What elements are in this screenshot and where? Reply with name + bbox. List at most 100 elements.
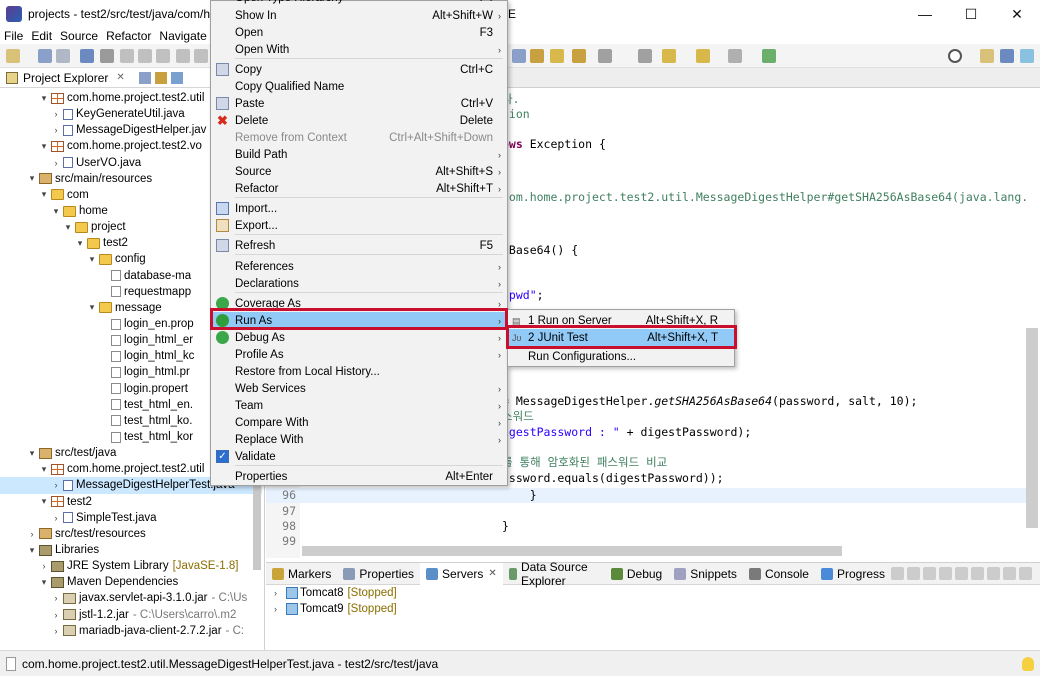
print-icon[interactable] <box>80 49 94 63</box>
tab-data-source-explorer[interactable]: Data Source Explorer <box>503 560 605 588</box>
menu-item-team[interactable]: Team › <box>211 397 507 414</box>
pin-editor-icon[interactable] <box>762 49 776 63</box>
expand-arrow-icon[interactable]: ▾ <box>38 464 50 475</box>
last-edit-icon[interactable] <box>662 49 676 63</box>
tree-item[interactable]: ▾ Maven Dependencies <box>0 574 262 590</box>
expand-arrow-icon[interactable]: ▾ <box>86 254 98 265</box>
server-row[interactable]: › Tomcat8 [Stopped] <box>266 585 1040 601</box>
menu-item-import[interactable]: Import... <box>211 200 507 217</box>
stop-server-icon[interactable] <box>955 567 968 580</box>
tree-item[interactable]: › mariadb-java-client-2.7.2.jar - C: <box>0 623 262 639</box>
publish-icon[interactable] <box>971 567 984 580</box>
menu-item-copy[interactable]: Copy Ctrl+C <box>211 61 507 78</box>
terminate-icon[interactable] <box>156 49 170 63</box>
expand-arrow-icon[interactable]: ▾ <box>38 141 50 152</box>
expand-arrow-icon[interactable]: ▾ <box>38 577 50 588</box>
collapse-all-icon[interactable] <box>138 71 151 84</box>
forward-icon[interactable] <box>728 49 742 63</box>
menu-edit[interactable]: Edit <box>27 29 56 43</box>
search-icon[interactable] <box>948 49 962 63</box>
new-icon[interactable] <box>6 49 20 63</box>
menu-item-properties[interactable]: Properties Alt+Enter <box>211 468 507 485</box>
back-icon[interactable] <box>696 49 710 63</box>
code-line[interactable]: 97 <box>266 504 1026 519</box>
tip-bulb-icon[interactable] <box>1022 656 1034 671</box>
next-annotation-icon[interactable] <box>598 49 612 63</box>
collapse-arrow-icon[interactable]: › <box>50 610 62 620</box>
maximize-view-icon[interactable] <box>1019 567 1032 580</box>
tree-item[interactable]: › jstl-1.2.jar - C:\Users\carro\.m2 <box>0 607 262 623</box>
tree-item[interactable]: › javax.servlet-api-3.1.0.jar - C:\Us <box>0 590 262 606</box>
close-icon[interactable]: ✕ <box>116 72 124 83</box>
menu-item-open-with[interactable]: Open With › <box>211 41 507 58</box>
menu-navigate[interactable]: Navigate <box>155 29 210 43</box>
menu-item-remove-from-context[interactable]: Remove from Context Ctrl+Alt+Shift+Down <box>211 129 507 146</box>
java-ee-perspective-icon[interactable] <box>1000 49 1014 63</box>
menu-item-validate[interactable]: ✓ Validate <box>211 448 507 465</box>
prev-annotation-icon[interactable] <box>638 49 652 63</box>
step-over-icon[interactable] <box>194 49 208 63</box>
menu-item-profile-as[interactable]: Profile As › <box>211 346 507 363</box>
expand-arrow-icon[interactable]: ▾ <box>62 222 74 233</box>
maximize-button[interactable]: ☐ <box>948 0 994 28</box>
editor-vertical-scrollbar[interactable] <box>1026 328 1038 528</box>
collapse-arrow-icon[interactable]: › <box>38 561 50 571</box>
scrollbar-thumb[interactable] <box>253 480 261 570</box>
submenu-item-1-run-on-server[interactable]: ▤ 1 Run on Server Alt+Shift+X, R <box>508 312 734 329</box>
collapse-arrow-icon[interactable]: › <box>50 593 62 603</box>
tab-snippets[interactable]: Snippets <box>668 563 743 585</box>
menu-source[interactable]: Source <box>56 29 102 43</box>
menu-item-debug-as[interactable]: Debug As › <box>211 329 507 346</box>
tab-console[interactable]: Console <box>743 563 815 585</box>
menu-item-restore-from-local-history[interactable]: Restore from Local History... <box>211 363 507 380</box>
start-server-icon[interactable] <box>923 567 936 580</box>
submenu-item-2-junit-test[interactable]: Jᴜ 2 JUnit Test Alt+Shift+X, T <box>508 329 734 346</box>
search-tool-icon[interactable] <box>550 49 564 63</box>
menu-item-export[interactable]: Export... <box>211 217 507 234</box>
menu-refactor[interactable]: Refactor <box>102 29 155 43</box>
editor-horizontal-scrollbar[interactable] <box>302 546 842 556</box>
open-task-icon[interactable] <box>530 49 544 63</box>
annotation-icon[interactable] <box>572 49 586 63</box>
open-perspective-icon[interactable] <box>980 49 994 63</box>
tree-item[interactable]: ▾ test2 <box>0 494 262 510</box>
tree-item[interactable]: › JRE System Library [JavaSE-1.8] <box>0 558 262 574</box>
menu-item-replace-with[interactable]: Replace With › <box>211 431 507 448</box>
expand-arrow-icon[interactable]: › <box>274 604 286 614</box>
open-type-icon[interactable] <box>512 49 526 63</box>
submenu-item-run-configurations[interactable]: Run Configurations... <box>508 348 734 365</box>
disconnect-icon[interactable] <box>987 567 1000 580</box>
expand-arrow-icon[interactable]: ▾ <box>86 302 98 313</box>
save-all-icon[interactable] <box>56 49 70 63</box>
tab-properties[interactable]: Properties <box>337 563 420 585</box>
expand-arrow-icon[interactable]: ▾ <box>38 496 50 507</box>
expand-arrow-icon[interactable]: ▾ <box>74 238 86 249</box>
step-into-icon[interactable] <box>176 49 190 63</box>
filter-icon[interactable] <box>170 71 183 84</box>
menu-item-refactor[interactable]: Refactor Alt+Shift+T › <box>211 180 507 197</box>
tree-item[interactable]: › SimpleTest.java <box>0 510 262 526</box>
menu-file[interactable]: File <box>0 29 27 43</box>
collapse-arrow-icon[interactable]: › <box>50 626 62 636</box>
collapse-arrow-icon[interactable]: › <box>50 158 62 168</box>
menu-item-open[interactable]: Open F3 <box>211 24 507 41</box>
close-button[interactable]: ✕ <box>994 0 1040 28</box>
collapse-arrow-icon[interactable]: › <box>50 513 62 523</box>
expand-arrow-icon[interactable]: ▾ <box>26 448 38 459</box>
collapse-icon[interactable] <box>891 567 904 580</box>
menu-item-source[interactable]: Source Alt+Shift+S › <box>211 163 507 180</box>
menu-item-paste[interactable]: Paste Ctrl+V <box>211 95 507 112</box>
tab-debug[interactable]: Debug <box>605 563 668 585</box>
tab-progress[interactable]: Progress <box>815 563 891 585</box>
save-icon[interactable] <box>38 49 52 63</box>
menu-item-build-path[interactable]: Build Path › <box>211 146 507 163</box>
tab-servers[interactable]: Servers ✕ <box>420 562 503 585</box>
link-editor-icon[interactable] <box>154 71 167 84</box>
resume-icon[interactable] <box>120 49 134 63</box>
minimize-button[interactable]: — <box>902 0 948 28</box>
expand-arrow-icon[interactable]: › <box>274 588 286 598</box>
minimize-view-icon[interactable] <box>1003 567 1016 580</box>
server-row[interactable]: › Tomcat9 [Stopped] <box>266 601 1040 617</box>
expand-arrow-icon[interactable]: ▾ <box>38 189 50 200</box>
code-line[interactable]: 96 } <box>266 488 1026 503</box>
